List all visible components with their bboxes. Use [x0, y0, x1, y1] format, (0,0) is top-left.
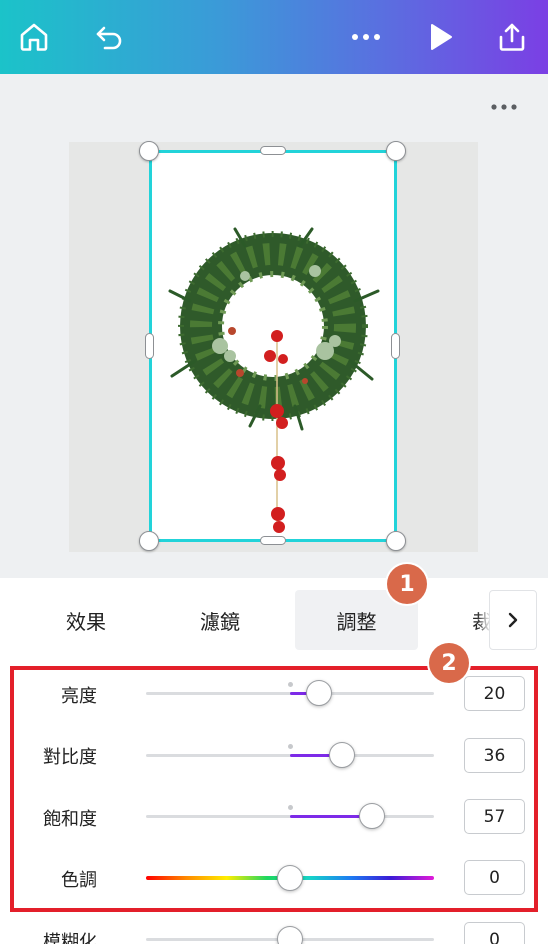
hue-slider-thumb[interactable] [277, 865, 303, 891]
saturation-label: 飽和度 [43, 809, 97, 830]
more-horizontal-icon [352, 34, 380, 40]
top-toolbar [0, 0, 548, 74]
resize-handle-bottom-left[interactable] [139, 531, 159, 551]
share-upload-icon [499, 23, 525, 51]
contrast-label: 對比度 [43, 747, 97, 768]
contrast-slider-center-dot [288, 744, 293, 749]
blur-value-input[interactable]: 0 [464, 922, 525, 944]
home-icon [20, 23, 48, 51]
hue-value-input[interactable]: 0 [464, 860, 525, 895]
tab-filters[interactable]: 濾鏡 [160, 590, 280, 650]
resize-handle-top-right[interactable] [386, 141, 406, 161]
play-button[interactable] [421, 17, 461, 57]
resize-handle-bottom[interactable] [260, 536, 286, 545]
more-options-button[interactable] [346, 17, 386, 57]
tabs-next-button[interactable] [489, 590, 537, 650]
resize-handle-top[interactable] [260, 146, 286, 155]
brightness-value-input[interactable]: 20 [464, 676, 525, 711]
contrast-value-input[interactable]: 36 [464, 738, 525, 773]
resize-handle-bottom-right[interactable] [386, 531, 406, 551]
step-badge-1: 1 [387, 564, 427, 604]
undo-button[interactable] [89, 17, 129, 57]
blur-label: 模糊化 [43, 932, 97, 944]
resize-handle-right[interactable] [391, 333, 400, 359]
saturation-value-input[interactable]: 57 [464, 799, 525, 834]
more-horizontal-icon [491, 104, 517, 110]
resize-handle-top-left[interactable] [139, 141, 159, 161]
chevron-right-icon [508, 612, 518, 628]
share-button[interactable] [492, 17, 532, 57]
play-icon [431, 24, 452, 50]
image-edit-tabs: 效果 濾鏡 調整 裁切 [0, 578, 548, 658]
contrast-slider-thumb[interactable] [328, 742, 355, 768]
hue-label: 色調 [61, 870, 97, 891]
resize-handle-left[interactable] [145, 333, 154, 359]
home-button[interactable] [14, 17, 54, 57]
app-root: 效果 濾鏡 調整 裁切 1 2 亮度 20 對比度 36 飽和度 57 [0, 0, 548, 944]
brightness-slider-center-dot [288, 682, 293, 687]
undo-icon [96, 26, 122, 50]
step-badge-2: 2 [429, 643, 469, 683]
saturation-slider-center-dot [288, 805, 293, 810]
page-more-button[interactable] [487, 95, 521, 119]
brightness-label: 亮度 [61, 686, 97, 707]
tab-effects[interactable]: 效果 [26, 590, 146, 650]
blur-slider-thumb[interactable] [277, 926, 303, 944]
selection-border [149, 150, 397, 542]
brightness-slider-thumb[interactable] [305, 680, 332, 706]
saturation-slider-thumb[interactable] [359, 803, 386, 829]
